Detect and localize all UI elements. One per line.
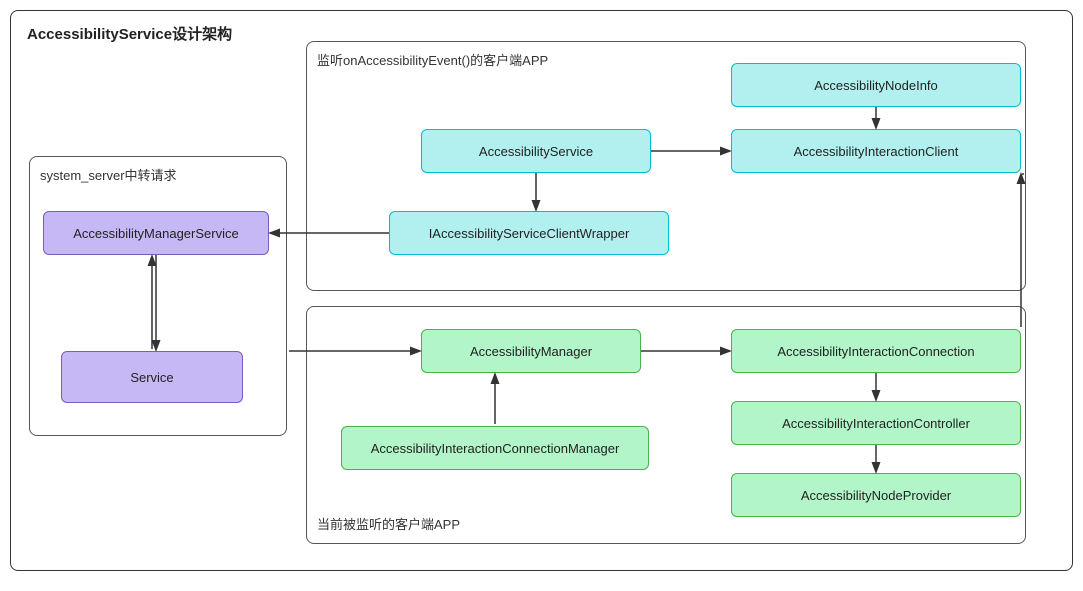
accessibility-service-node: AccessibilityService: [421, 129, 651, 173]
accessibility-node-provider-node: AccessibilityNodeProvider: [731, 473, 1021, 517]
accessibility-interaction-connection-node: AccessibilityInteractionConnection: [731, 329, 1021, 373]
accessibility-manager-node: AccessibilityManager: [421, 329, 641, 373]
accessibility-interaction-client-node: AccessibilityInteractionClient: [731, 129, 1021, 173]
accessibility-manager-service-node: AccessibilityManagerService: [43, 211, 269, 255]
bottom-right-box-label: 当前被监听的客户端APP: [317, 514, 460, 533]
diagram-container: AccessibilityService设计架构 监听onAccessibili…: [10, 10, 1073, 571]
top-right-box-label: 监听onAccessibilityEvent()的客户端APP: [317, 50, 548, 69]
service-node: Service: [61, 351, 243, 403]
accessibility-node-info-node: AccessibilityNodeInfo: [731, 63, 1021, 107]
accessibility-interaction-controller-node: AccessibilityInteractionController: [731, 401, 1021, 445]
i-accessibility-service-client-wrapper-node: IAccessibilityServiceClientWrapper: [389, 211, 669, 255]
main-title: AccessibilityService设计架构: [27, 23, 232, 44]
left-box-label: system_server中转请求: [40, 165, 177, 184]
accessibility-interaction-connection-manager-node: AccessibilityInteractionConnectionManage…: [341, 426, 649, 470]
